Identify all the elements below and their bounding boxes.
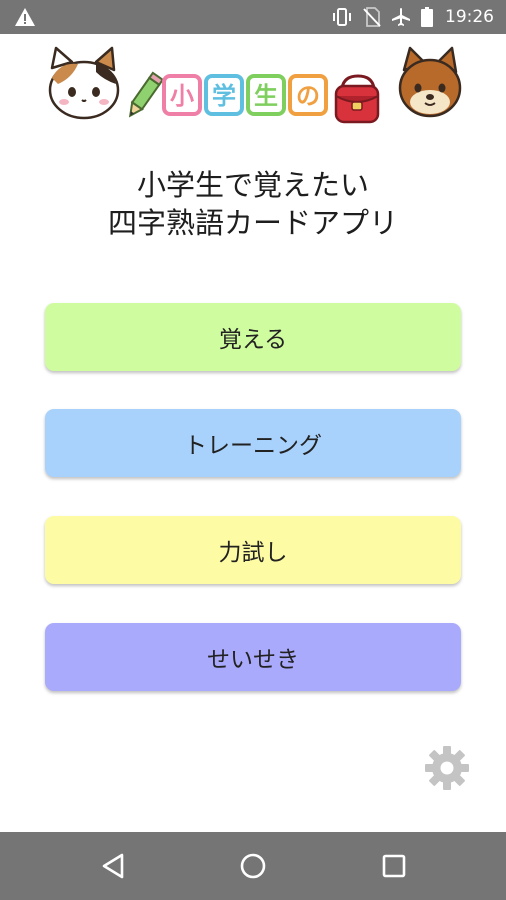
- settings-gear-icon[interactable]: [423, 744, 471, 792]
- back-icon[interactable]: [94, 846, 134, 886]
- logo-char-2: 学: [212, 82, 236, 110]
- app-title: 小学生で覚えたい 四字熟語カードアプリ: [0, 166, 506, 242]
- logo-title: 小 学 生 の: [162, 74, 328, 116]
- skill-test-button-label: 力試し: [218, 540, 288, 566]
- vibrate-icon: [333, 8, 351, 26]
- clock: 19:26: [445, 7, 494, 27]
- training-button-label: トレーニング: [184, 433, 322, 459]
- battery-icon: [421, 7, 433, 27]
- app-title-line-1: 小学生で覚えたい: [136, 168, 369, 202]
- pencil-icon: [128, 71, 165, 118]
- logo-char-1: 小: [170, 82, 194, 110]
- warning-icon: [15, 8, 35, 26]
- logo-char-4: の: [296, 82, 320, 110]
- results-button-label: せいせき: [207, 647, 299, 673]
- status-icons: 19:26: [331, 0, 494, 34]
- backpack-icon: [334, 74, 380, 124]
- status-bar: 19:26: [0, 0, 506, 34]
- header-logo: 小 学 生 の: [48, 46, 462, 124]
- logo-char-3: 生: [254, 82, 278, 110]
- navigation-bar: [0, 832, 506, 900]
- app-title-line-2: 四字熟語カードアプリ: [107, 206, 398, 240]
- recents-icon[interactable]: [374, 846, 414, 886]
- memorize-button-label: 覚える: [218, 327, 288, 353]
- skill-test-button[interactable]: 力試し: [45, 516, 461, 584]
- calico-cat-icon: [48, 46, 120, 120]
- airplane-icon: [392, 8, 410, 26]
- memorize-button[interactable]: 覚える: [45, 303, 461, 371]
- results-button[interactable]: せいせき: [45, 623, 461, 691]
- training-button[interactable]: トレーニング: [45, 409, 461, 477]
- shiba-dog-icon: [398, 46, 462, 118]
- home-icon[interactable]: [233, 846, 273, 886]
- no-sim-icon: [363, 7, 381, 27]
